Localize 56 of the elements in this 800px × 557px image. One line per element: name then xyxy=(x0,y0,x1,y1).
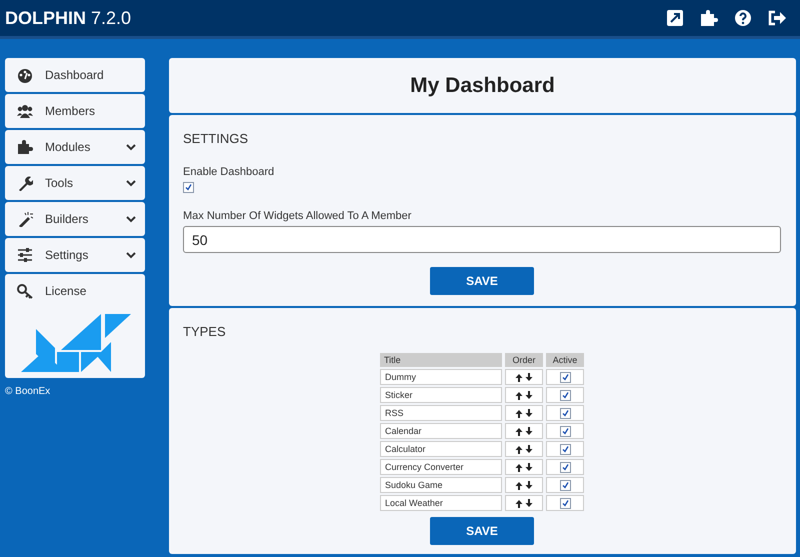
table-cell: Calendar xyxy=(380,423,502,439)
logout-icon[interactable] xyxy=(768,9,786,27)
sidebar-item[interactable]: Settings xyxy=(5,238,145,272)
column-header: Order xyxy=(505,353,543,367)
field-label: Enable Dashboard xyxy=(183,166,276,178)
up-down-arrows-icon[interactable] xyxy=(515,390,533,400)
copyright: © BoonEx xyxy=(5,386,52,397)
checkbox[interactable] xyxy=(560,498,570,508)
modules-icon xyxy=(17,139,33,155)
sidebar-item[interactable]: License xyxy=(5,274,145,308)
puzzle-icon[interactable] xyxy=(700,9,718,27)
column-header: Active xyxy=(546,353,584,367)
license-icon xyxy=(17,283,33,299)
sidebar-item[interactable]: Members xyxy=(5,94,145,128)
column-header: Title xyxy=(380,353,502,367)
help-icon[interactable] xyxy=(734,9,752,27)
up-down-arrows-icon[interactable] xyxy=(515,426,533,436)
save-button[interactable]: SAVE xyxy=(430,267,534,295)
dashboard-icon xyxy=(17,67,33,83)
sidebar-item[interactable]: Dashboard xyxy=(5,58,145,92)
table-cell: Sticker xyxy=(380,387,502,403)
section-heading: TYPES xyxy=(183,324,227,339)
field-label: Max Number Of Widgets Allowed To A Member xyxy=(183,210,412,222)
builders-icon xyxy=(17,211,33,227)
checkbox[interactable] xyxy=(560,408,570,418)
external-link-icon[interactable] xyxy=(666,9,684,27)
sidebar-item[interactable]: Modules xyxy=(5,130,145,164)
checkbox[interactable] xyxy=(560,390,570,400)
table-cell: Local Weather xyxy=(380,495,502,511)
table-cell: Currency Converter xyxy=(380,459,502,475)
page-title: My Dashboard xyxy=(410,74,555,98)
up-down-arrows-icon[interactable] xyxy=(515,498,533,508)
checkbox[interactable] xyxy=(560,372,570,382)
table-cell: Sudoku Game xyxy=(380,477,502,493)
up-down-arrows-icon[interactable] xyxy=(515,444,533,454)
table-cell: RSS xyxy=(380,405,502,421)
sidebar-item[interactable]: Builders xyxy=(5,202,145,236)
checkbox[interactable] xyxy=(560,444,570,454)
app-title: DOLPHIN 7.2.0 xyxy=(5,8,132,28)
up-down-arrows-icon[interactable] xyxy=(515,372,533,382)
input-field[interactable]: 50 xyxy=(183,226,781,253)
checkbox[interactable] xyxy=(560,426,570,436)
tools-icon xyxy=(17,175,33,191)
table-cell: Calculator xyxy=(380,441,502,457)
sidebar-item[interactable]: Tools xyxy=(5,166,145,200)
save-button[interactable]: SAVE xyxy=(430,517,534,545)
table-cell: Dummy xyxy=(380,369,502,385)
checkbox[interactable] xyxy=(183,182,194,193)
checkbox[interactable] xyxy=(560,462,570,472)
up-down-arrows-icon[interactable] xyxy=(515,462,533,472)
checkbox[interactable] xyxy=(560,480,570,490)
members-icon xyxy=(17,103,33,119)
section-heading: SETTINGS xyxy=(183,131,250,146)
settings-icon xyxy=(17,247,33,263)
up-down-arrows-icon[interactable] xyxy=(515,408,533,418)
up-down-arrows-icon[interactable] xyxy=(515,480,533,490)
